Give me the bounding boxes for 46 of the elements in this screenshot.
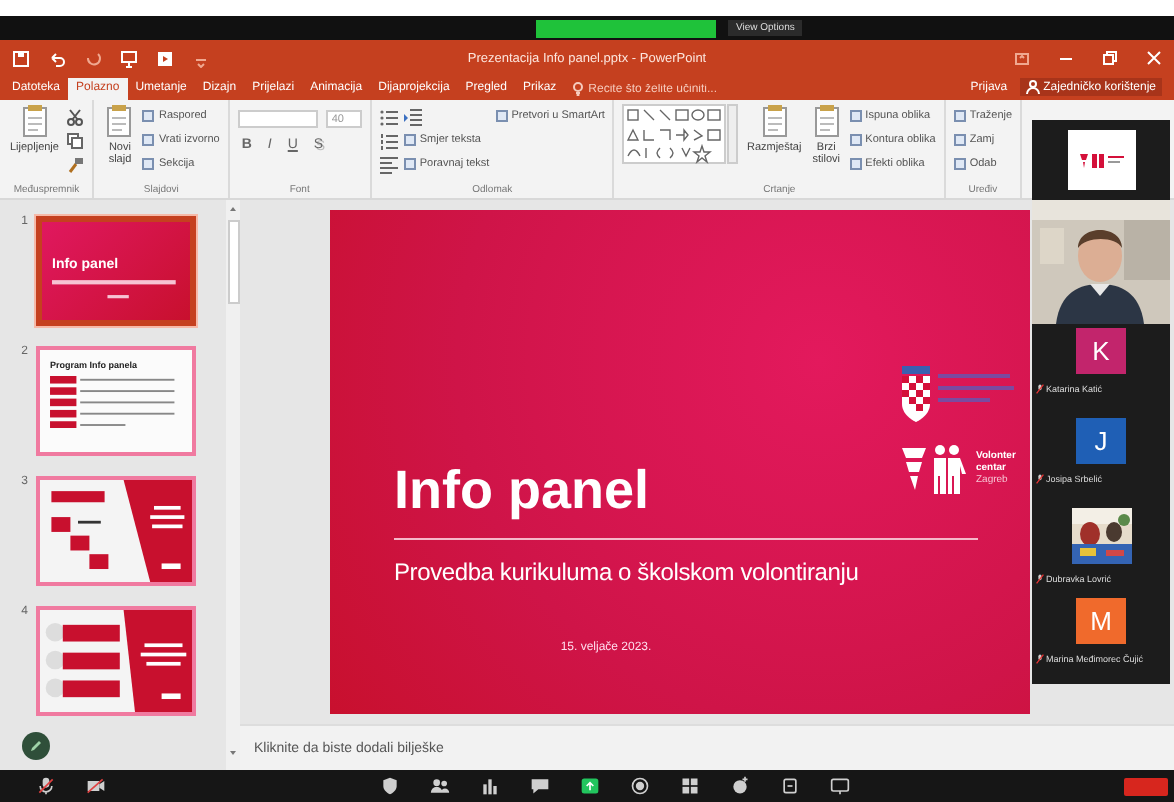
coat-of-arms-logo-drawing	[898, 366, 1018, 426]
redo-icon[interactable]	[84, 49, 102, 67]
ribbon-options-icon[interactable]	[1014, 50, 1030, 66]
person-icon	[1025, 80, 1040, 94]
copy-icon[interactable]	[66, 131, 85, 149]
shapes-gallery[interactable]	[622, 104, 739, 164]
restore-icon[interactable]	[1102, 50, 1118, 66]
leave-button[interactable]	[1124, 777, 1168, 795]
camera-icon[interactable]	[86, 776, 106, 796]
participant-avatar: K	[1076, 328, 1126, 374]
close-icon[interactable]	[1146, 50, 1162, 66]
undo-icon[interactable]	[48, 49, 66, 67]
volunteer-figures-icon	[898, 442, 970, 494]
bullet-list-icon[interactable]	[379, 107, 398, 125]
participant-avatar: M	[1076, 598, 1126, 644]
save-icon[interactable]	[12, 49, 30, 67]
slideshow-icon[interactable]	[156, 49, 174, 67]
scroll-down-icon[interactable]	[228, 748, 238, 758]
shared-screen-thumbnail[interactable]	[1067, 130, 1135, 190]
apps-icon[interactable]	[780, 776, 800, 796]
participant-avatar: J	[1076, 418, 1126, 464]
bar-chart-icon[interactable]	[480, 776, 500, 796]
numbered-list-icon[interactable]	[379, 131, 398, 149]
shield-icon[interactable]	[380, 776, 400, 796]
logo-icon	[1077, 150, 1125, 170]
slide-title: Info panel	[394, 462, 651, 522]
scissors-icon[interactable]	[66, 107, 85, 125]
align-icon[interactable]	[379, 155, 398, 173]
chat-icon[interactable]	[530, 776, 550, 796]
record-icon[interactable]	[630, 776, 650, 796]
brush-icon[interactable]	[66, 155, 85, 173]
people-icon[interactable]	[430, 776, 450, 796]
command-icon	[495, 110, 508, 122]
lightbulb-icon	[572, 82, 585, 96]
grid-icon[interactable]	[680, 776, 700, 796]
share-screen-icon[interactable]	[580, 776, 600, 796]
pencil-button[interactable]	[22, 732, 50, 760]
slide-thumbnail-drawing	[52, 278, 180, 304]
microphone-icon[interactable]	[36, 776, 56, 796]
scrollbar[interactable]	[226, 200, 240, 770]
font-field[interactable]	[237, 110, 318, 128]
indent-icon[interactable]	[403, 107, 422, 125]
scroll-up-icon[interactable]	[228, 204, 238, 214]
presenter-icon[interactable]	[120, 49, 138, 67]
slide-subtitle: Provedba kurikuluma o školskom volontiranju	[394, 557, 861, 586]
whiteboard-icon[interactable]	[830, 776, 850, 796]
